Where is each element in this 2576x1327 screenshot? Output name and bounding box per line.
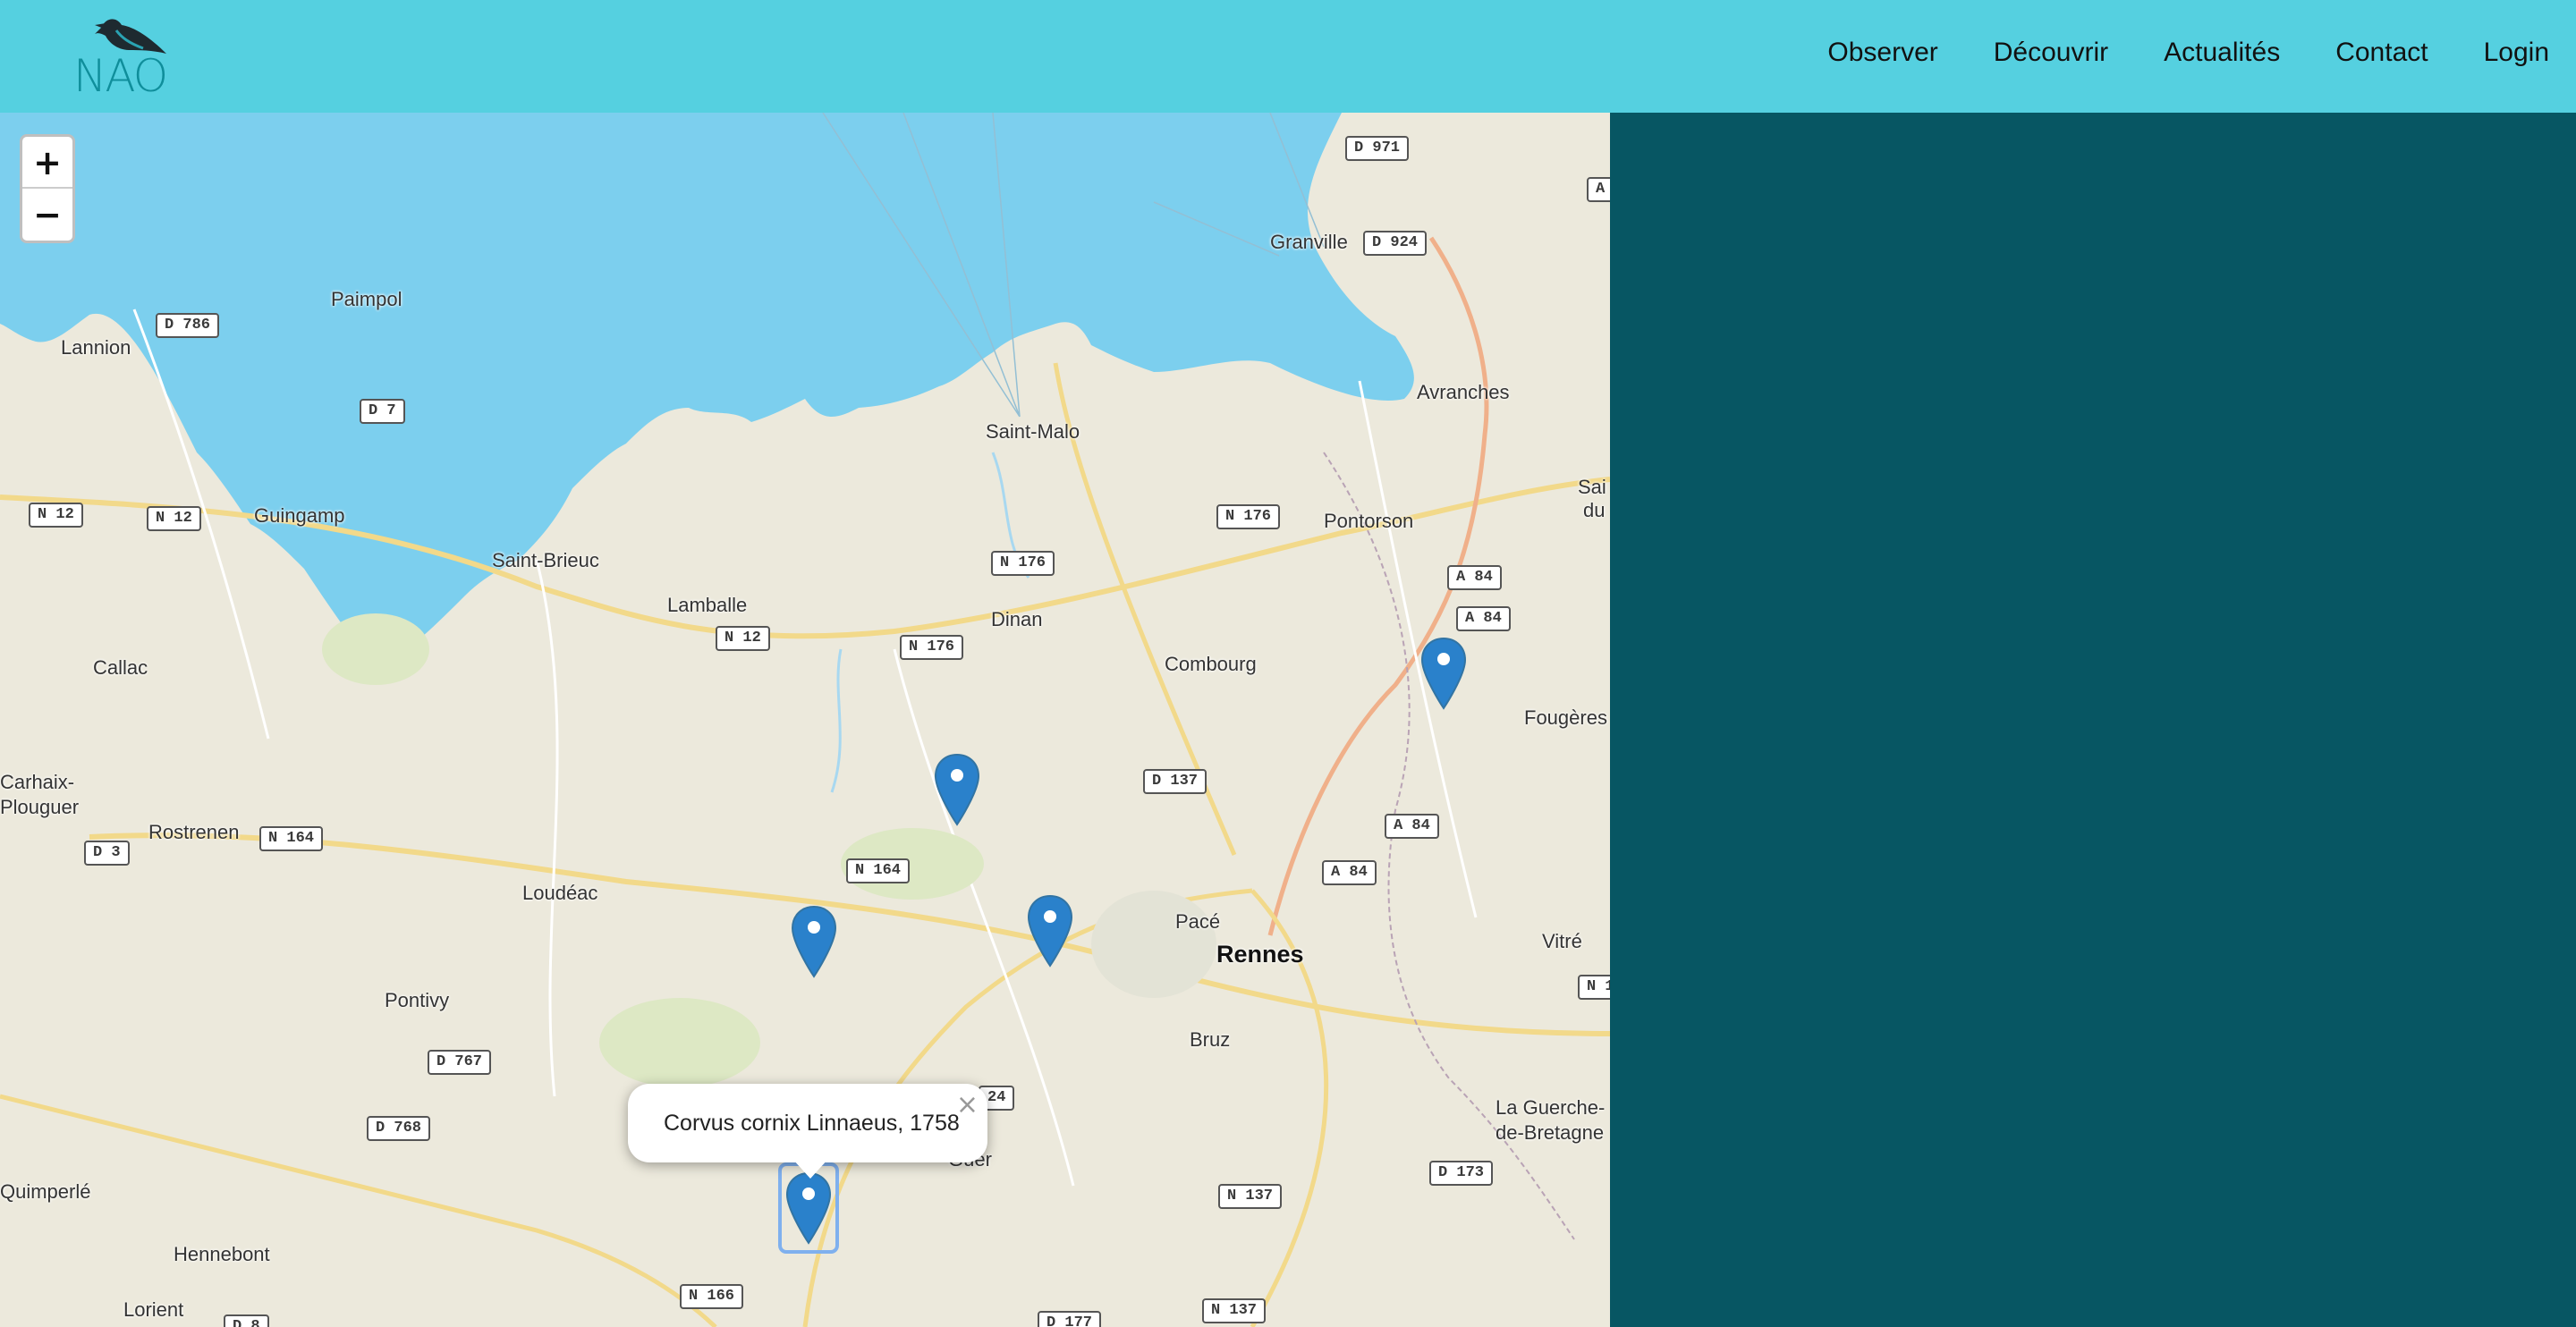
road-shield: D 768 bbox=[367, 1116, 431, 1141]
popup-species-name: Corvus cornix Linnaeus, 1758 bbox=[664, 1111, 960, 1136]
nav-contact[interactable]: Contact bbox=[2335, 38, 2428, 68]
side-panel bbox=[1610, 113, 2576, 1327]
place-label: de-Bretagne bbox=[1496, 1121, 1605, 1144]
place-label: Rostrenen bbox=[148, 821, 240, 843]
place-label: Saint-Brieuc bbox=[492, 549, 599, 571]
road-shield: D 3 bbox=[84, 841, 130, 866]
place-label-rennes: Rennes bbox=[1216, 941, 1304, 968]
place-label: Hennebont bbox=[174, 1243, 270, 1265]
zoom-out-button[interactable]: − bbox=[22, 189, 72, 241]
road-shield: A bbox=[1587, 177, 1610, 202]
nav-actualites[interactable]: Actualités bbox=[2164, 38, 2280, 68]
road-shield: N 164 bbox=[846, 858, 911, 883]
place-label: Plouguer bbox=[0, 796, 80, 818]
map-pin-icon bbox=[1420, 637, 1467, 710]
map-pin-icon bbox=[1027, 894, 1073, 968]
place-label: Lamballe bbox=[667, 594, 748, 616]
road-shield: A 84 bbox=[1456, 606, 1511, 631]
zoom-in-button[interactable]: + bbox=[22, 137, 72, 189]
site-header: NAO Observer Découvrir Actualités Contac… bbox=[0, 0, 2576, 113]
road-shield: A 84 bbox=[1322, 860, 1377, 885]
popup-close-button[interactable]: × bbox=[956, 1089, 979, 1120]
road-shield: D 786 bbox=[156, 313, 220, 338]
road-shield: N 176 bbox=[1216, 504, 1281, 529]
place-label: Callac bbox=[93, 656, 148, 679]
marker-popup: Corvus cornix Linnaeus, 1758 × bbox=[628, 1084, 987, 1179]
observation-map[interactable]: Granville Paimpol Lannion Avranches Sain… bbox=[0, 113, 1610, 1327]
observation-marker-selected[interactable] bbox=[778, 1162, 839, 1254]
place-label: Pacé bbox=[1175, 910, 1221, 933]
road-shield: D 173 bbox=[1429, 1161, 1494, 1186]
place-label: du bbox=[1583, 499, 1606, 521]
place-label: Loudéac bbox=[522, 882, 598, 904]
road-shield: D 924 bbox=[1363, 231, 1428, 256]
road-shield: N 176 bbox=[991, 551, 1055, 576]
place-label: Pontorson bbox=[1324, 510, 1414, 532]
road-shield: D 137 bbox=[1143, 769, 1208, 794]
observation-marker[interactable] bbox=[1420, 637, 1467, 710]
place-label: Pontivy bbox=[385, 989, 450, 1011]
road-shield: N 12 bbox=[147, 506, 201, 531]
road-shield: N 137 bbox=[1202, 1298, 1267, 1323]
place-label: Lannion bbox=[61, 336, 131, 359]
map-pin-icon bbox=[934, 753, 980, 826]
road-shield: D 971 bbox=[1345, 136, 1410, 161]
place-label: Vitré bbox=[1542, 930, 1582, 952]
place-label: Fougères bbox=[1524, 706, 1607, 729]
map-pin-icon bbox=[791, 905, 837, 978]
map-pin-icon bbox=[785, 1171, 832, 1245]
road-shield: D 8 bbox=[224, 1314, 269, 1327]
place-label: La Guerche- bbox=[1496, 1096, 1606, 1119]
place-label: Sai bbox=[1578, 476, 1606, 498]
place-label: Dinan bbox=[991, 608, 1043, 630]
road-shield: A 84 bbox=[1447, 565, 1502, 590]
observation-marker[interactable] bbox=[1027, 894, 1073, 968]
road-shield: N 166 bbox=[680, 1284, 744, 1309]
road-shield: A 84 bbox=[1385, 814, 1439, 839]
nao-logo[interactable]: NAO bbox=[70, 14, 186, 102]
nav-observer[interactable]: Observer bbox=[1827, 38, 1937, 68]
logo-text: NAO bbox=[73, 50, 168, 102]
road-shield: D 177 bbox=[1038, 1311, 1102, 1327]
place-label: Carhaix- bbox=[0, 771, 75, 793]
road-shield: N 12 bbox=[29, 503, 83, 528]
popup-tip bbox=[792, 1159, 828, 1179]
road-shield: N 137 bbox=[1218, 1184, 1283, 1209]
place-label: Quimperlé bbox=[0, 1180, 91, 1203]
road-shield: N 1 bbox=[1578, 975, 1610, 1000]
observation-marker[interactable] bbox=[934, 753, 980, 826]
place-label: Paimpol bbox=[331, 288, 402, 310]
observation-marker[interactable] bbox=[791, 905, 837, 978]
place-label: Avranches bbox=[1417, 381, 1510, 403]
zoom-control: + − bbox=[20, 134, 75, 243]
main-nav: Observer Découvrir Actualités Contact Lo… bbox=[1772, 38, 2549, 68]
place-label: Granville bbox=[1270, 231, 1348, 253]
nav-decouvrir[interactable]: Découvrir bbox=[1994, 38, 2108, 68]
nav-login[interactable]: Login bbox=[2484, 38, 2549, 68]
place-label: Saint-Malo bbox=[986, 420, 1080, 443]
place-label: Bruz bbox=[1190, 1028, 1231, 1051]
road-shield: N 12 bbox=[716, 626, 770, 651]
road-shield: N 176 bbox=[900, 635, 964, 660]
place-label: Combourg bbox=[1165, 653, 1257, 675]
place-label: Guingamp bbox=[254, 504, 345, 527]
place-label: Lorient bbox=[123, 1298, 184, 1321]
road-shield: D 767 bbox=[428, 1050, 492, 1075]
road-shield: D 7 bbox=[360, 399, 405, 424]
road-shield: N 164 bbox=[259, 826, 324, 851]
